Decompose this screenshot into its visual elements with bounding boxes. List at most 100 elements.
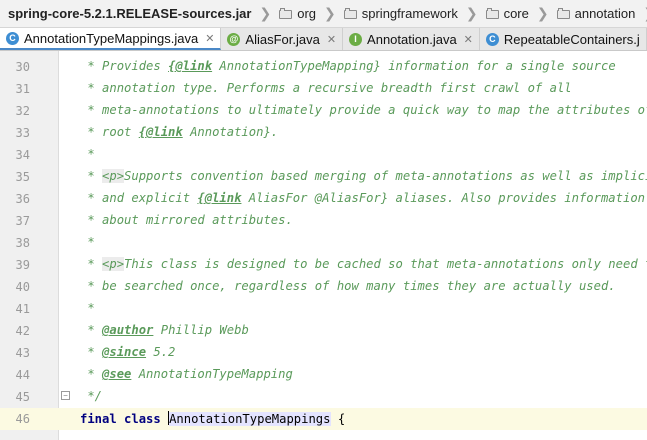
close-tab-icon[interactable]: ✕ [464,33,473,46]
line-number: 37 [15,214,30,228]
code-text: * root {@link Annotation}. [80,125,278,139]
code-token: <p> [102,169,125,183]
code-line[interactable]: 42 * @author Phillip Webb [0,320,647,342]
code-text: * [80,301,95,315]
code-text: * and explicit {@link AliasFor @AliasFor… [80,191,645,205]
code-token: Supports convention based merging of met… [124,169,647,183]
comment-marker: * [80,169,103,183]
breadcrumb-item[interactable]: springframework [338,0,462,27]
line-number: 31 [15,82,30,96]
line-number: 42 [15,324,30,338]
code-text: * be searched once, regardless of how ma… [80,279,616,293]
code-text: * @see AnnotationTypeMapping [80,367,293,381]
class-icon: C [485,32,499,46]
code-token: . [270,125,279,139]
code-token: AnnotationTypeMappings [169,412,331,426]
code-line[interactable]: 44 * @see AnnotationTypeMapping [0,364,647,386]
comment-marker: */ [80,389,103,403]
tab-label: RepeatableContainers.j [503,31,640,47]
breadcrumb-label: annotation [574,6,636,21]
breadcrumb-label: springframework [361,6,458,21]
code-text: * <p>This class is designed to be cached… [80,257,647,271]
code-line[interactable]: 35 * <p>Supports convention based mergin… [0,166,647,188]
code-line[interactable]: 41 * [0,298,647,320]
breadcrumb: spring-core-5.2.1.RELEASE-sources.jar ❯ or… [0,0,647,28]
line-number: 41 [15,302,30,316]
line-number: 32 [15,104,30,118]
code-token: information for a single source [380,59,616,73]
editor-tab[interactable]: C RepeatableContainers.j [480,28,647,50]
code-text: * @author Phillip Webb [80,323,249,337]
code-token: be searched once, regardless of how many… [102,279,616,293]
code-line[interactable]: 45 − */ [0,386,647,408]
code-line[interactable]: 37 * about mirrored attributes. [0,210,647,232]
code-token: Phillip Webb [153,323,249,337]
breadcrumb-item[interactable]: annotation [551,0,640,27]
comment-marker: * [80,213,103,227]
breadcrumb-label: org [297,6,317,21]
interface-icon: I [349,32,363,46]
fold-toggle-icon[interactable]: − [61,391,70,400]
code-text: */ [80,389,102,403]
class-icon: C [6,31,19,45]
code-line[interactable]: 34 * [0,144,647,166]
code-line[interactable]: 39 * <p>This class is designed to be cac… [0,254,647,276]
close-tab-icon[interactable]: ✕ [205,32,214,45]
comment-marker: * [80,279,103,293]
code-token: Provides [102,59,169,73]
breadcrumb-item[interactable]: spring-core-5.2.1.RELEASE-sources.jar [0,0,255,27]
code-token: and explicit [102,191,198,205]
code-token: annotation type. Performs a recursive br… [102,81,572,95]
breadcrumb-item[interactable]: org [273,0,320,27]
comment-marker: * [80,367,103,381]
breadcrumb-item[interactable]: core [480,0,533,27]
breadcrumb-label: core [503,6,529,21]
code-token: root [102,125,139,139]
code-text: final class AnnotationTypeMappings { [80,411,345,426]
line-number: 38 [15,236,30,250]
code-token: {@link [138,125,183,139]
close-tab-icon[interactable]: ✕ [327,33,336,46]
code-token: {@link [197,191,242,205]
comment-marker: * [80,125,103,139]
code-token: meta-annotations to ultimately provide a… [102,103,647,117]
comment-marker: * [80,235,95,249]
code-token: @author [102,323,154,337]
code-text: * <p>Supports convention based merging o… [80,169,647,183]
code-token: Annotation} [182,125,271,139]
code-token: AnnotationTypeMapping [131,367,293,381]
editor-tab[interactable]: I Annotation.java ✕ [343,28,480,50]
comment-marker: * [80,301,95,315]
line-number: 34 [15,148,30,162]
line-number: 39 [15,258,30,272]
code-line[interactable]: 33 * root {@link Annotation}. [0,122,647,144]
code-line[interactable]: 30 * Provides {@link AnnotationTypeMappi… [0,56,647,78]
code-text: * annotation type. Performs a recursive … [80,81,572,95]
code-text: * [80,235,95,249]
code-text: * about mirrored attributes. [80,213,293,227]
line-number: 40 [15,280,30,294]
code-text: * Provides {@link AnnotationTypeMapping}… [80,59,616,73]
code-line[interactable]: 46 final class AnnotationTypeMappings { [0,408,647,430]
code-line[interactable]: 40 * be searched once, regardless of how… [0,276,647,298]
breadcrumb-separator-icon: ❯ [465,5,478,21]
code-token: AliasFor @AliasFor} [241,191,389,205]
editor-tab[interactable]: @ AliasFor.java ✕ [221,28,344,50]
code-editor[interactable]: 30 * Provides {@link AnnotationTypeMappi… [0,51,647,440]
comment-marker: * [80,81,103,95]
code-line[interactable]: 36 * and explicit {@link AliasFor @Alias… [0,188,647,210]
comment-marker: * [80,257,103,271]
code-line[interactable]: 38 * [0,232,647,254]
breadcrumb-separator-icon: ❯ [536,5,549,21]
line-number: 46 [15,412,30,426]
code-token: 5.2 [146,345,176,359]
line-number: 30 [15,60,30,74]
editor-tab[interactable]: C AnnotationTypeMappings.java ✕ [0,28,222,50]
code-line[interactable]: 31 * annotation type. Performs a recursi… [0,78,647,100]
code-token: { [330,412,346,426]
code-line[interactable]: 43 * @since 5.2 [0,342,647,364]
code-token: about mirrored attributes. [102,213,293,227]
breadcrumb-label: spring-core-5.2.1.RELEASE-sources.jar [8,6,252,21]
code-token: {@link [168,59,213,73]
code-line[interactable]: 32 * meta-annotations to ultimately prov… [0,100,647,122]
